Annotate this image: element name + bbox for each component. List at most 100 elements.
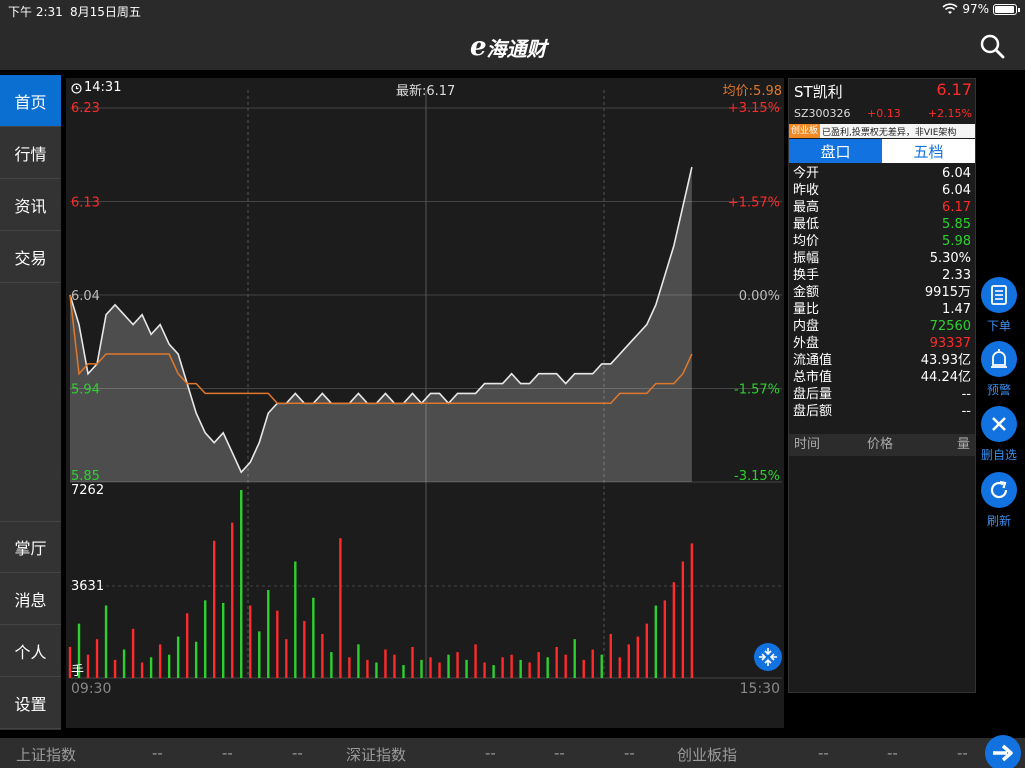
intraday-chart-panel[interactable]: 14:31 最新:6.17 均价:5.98 6.23 +3.15% 6.13 +1.5… — [66, 78, 784, 728]
quote-row-value: 6.04 — [942, 166, 971, 181]
volume-bar — [384, 649, 387, 678]
volume-bar — [600, 654, 603, 678]
quote-row-label: 量比 — [793, 302, 820, 317]
sidebar-item-home[interactable]: 首页 — [0, 75, 61, 127]
quote-row-label: 内盘 — [793, 319, 820, 334]
volume-bar — [95, 639, 99, 678]
price-tick-label: 5.85 — [71, 469, 100, 484]
volume-bar — [176, 636, 180, 678]
volume-bar — [348, 657, 351, 678]
quote-row-value: 5.85 — [942, 217, 971, 232]
volume-bar — [258, 631, 261, 678]
alert-button[interactable]: 预警 — [980, 341, 1018, 401]
volume-tick-max: 7262 — [71, 483, 104, 498]
volume-bar — [672, 582, 676, 678]
quote-panel: ST凯利 6.17 SZ300326 +0.13 +2.15% 创业板 已盈利,… — [788, 78, 976, 693]
quote-row-value: 1.47 — [942, 302, 971, 317]
sidebar-item-hall[interactable]: 掌厅 — [0, 521, 61, 573]
volume-bar — [167, 654, 171, 678]
volume-bar — [303, 621, 306, 678]
quote-row: 盘后量 -- — [789, 386, 975, 403]
quote-row: 振幅 5.30% — [789, 250, 975, 267]
volume-tick-mid: 3631 — [71, 579, 104, 594]
ticker-next-button[interactable] — [985, 735, 1021, 768]
status-bar: 下午 2:31 8月15日周五 97% — [0, 0, 1025, 22]
volume-bar — [213, 540, 216, 678]
sidebar-item-personal[interactable]: 个人 — [0, 625, 61, 677]
volume-bar — [564, 654, 567, 678]
volume-bar — [591, 649, 594, 678]
index-ticker[interactable]: 上证指数 -- -- -- 深证指数 -- -- -- 创业板指 -- -- -… — [0, 738, 1025, 768]
volume-bar — [285, 639, 288, 678]
volume-bar — [411, 646, 414, 678]
quote-row-value: 72560 — [929, 319, 971, 334]
quote-row-label: 今开 — [793, 166, 820, 181]
volume-unit: 手 — [71, 664, 84, 679]
quote-row-label: 盘后额 — [793, 404, 833, 419]
quote-row: 换手 2.33 — [789, 267, 975, 284]
trade-head-price: 价格 — [867, 437, 894, 452]
volume-bar — [312, 597, 315, 678]
volume-bar — [618, 657, 621, 678]
status-date: 8月15日周五 — [70, 5, 141, 19]
volume-bar — [681, 561, 685, 678]
alarm-icon — [981, 341, 1017, 377]
volume-bar — [194, 641, 198, 678]
volume-bar — [627, 644, 630, 678]
quote-row: 最低 5.85 — [789, 216, 975, 233]
quote-row: 昨收 6.04 — [789, 182, 975, 199]
ticker-cy-pct: -- — [957, 744, 968, 762]
sidebar-item-news[interactable]: 资讯 — [0, 179, 61, 231]
tab-order-book[interactable]: 盘口 — [789, 139, 882, 163]
stock-change-pct: +2.15% — [927, 107, 972, 120]
sidebar-item-messages[interactable]: 消息 — [0, 573, 61, 625]
search-icon — [980, 34, 1005, 59]
remove-watchlist-button[interactable]: 删自选 — [980, 406, 1018, 466]
volume-bar — [104, 605, 108, 678]
ticker-cy-value: -- — [818, 744, 829, 762]
quote-row-value: 93337 — [929, 336, 971, 351]
sidebar-item-market[interactable]: 行情 — [0, 127, 61, 179]
volume-bar — [654, 605, 658, 678]
quote-row: 盘后额 -- — [789, 403, 975, 420]
volume-bar — [447, 654, 450, 678]
volume-bar — [537, 652, 540, 678]
volume-bar — [546, 657, 549, 678]
board-tag: 创业板 — [789, 124, 821, 138]
volume-bar — [402, 665, 405, 678]
price-area — [70, 167, 692, 482]
stock-code: SZ300326 — [794, 107, 851, 120]
volume-bar — [555, 646, 558, 678]
quote-row-label: 外盘 — [793, 336, 820, 351]
sidebar-item-settings[interactable]: 设置 — [0, 677, 61, 729]
stock-name: ST凯利 — [794, 83, 843, 101]
quote-row: 内盘 72560 — [789, 318, 975, 335]
volume-bar — [645, 623, 649, 678]
ticker-sh-label: 上证指数 — [16, 746, 77, 764]
stock-price: 6.17 — [936, 80, 972, 99]
price-tick-label: 6.23 — [71, 101, 100, 116]
pct-tick-label: -1.57% — [734, 383, 780, 398]
volume-bar — [86, 654, 90, 678]
search-button[interactable] — [978, 32, 1006, 60]
quote-row-value: -- — [961, 404, 971, 419]
quote-row: 均价 5.98 — [789, 233, 975, 250]
quote-row-value: 44.24亿 — [920, 370, 971, 385]
order-button[interactable]: 下单 — [980, 277, 1018, 337]
pct-tick-label: +3.15% — [728, 101, 780, 116]
ticker-cy-change: -- — [887, 744, 898, 762]
quote-row: 最高 6.17 — [789, 199, 975, 216]
quote-row: 量比 1.47 — [789, 301, 975, 318]
board-tag-text: 已盈利,投票权无差异，非VIE架构 — [822, 127, 957, 138]
volume-bar — [276, 610, 279, 678]
quote-row-value: -- — [961, 387, 971, 402]
volume-bar — [140, 662, 144, 678]
fullscreen-button[interactable] — [754, 643, 782, 671]
refresh-button[interactable]: 刷新 — [980, 472, 1018, 532]
ticker-sh-pct: -- — [292, 744, 303, 762]
sidebar-item-trade[interactable]: 交易 — [0, 231, 61, 283]
volume-bar — [465, 659, 468, 678]
quote-row-label: 振幅 — [793, 251, 820, 266]
quote-row-label: 最低 — [793, 217, 820, 232]
tab-five-levels[interactable]: 五档 — [882, 139, 975, 163]
